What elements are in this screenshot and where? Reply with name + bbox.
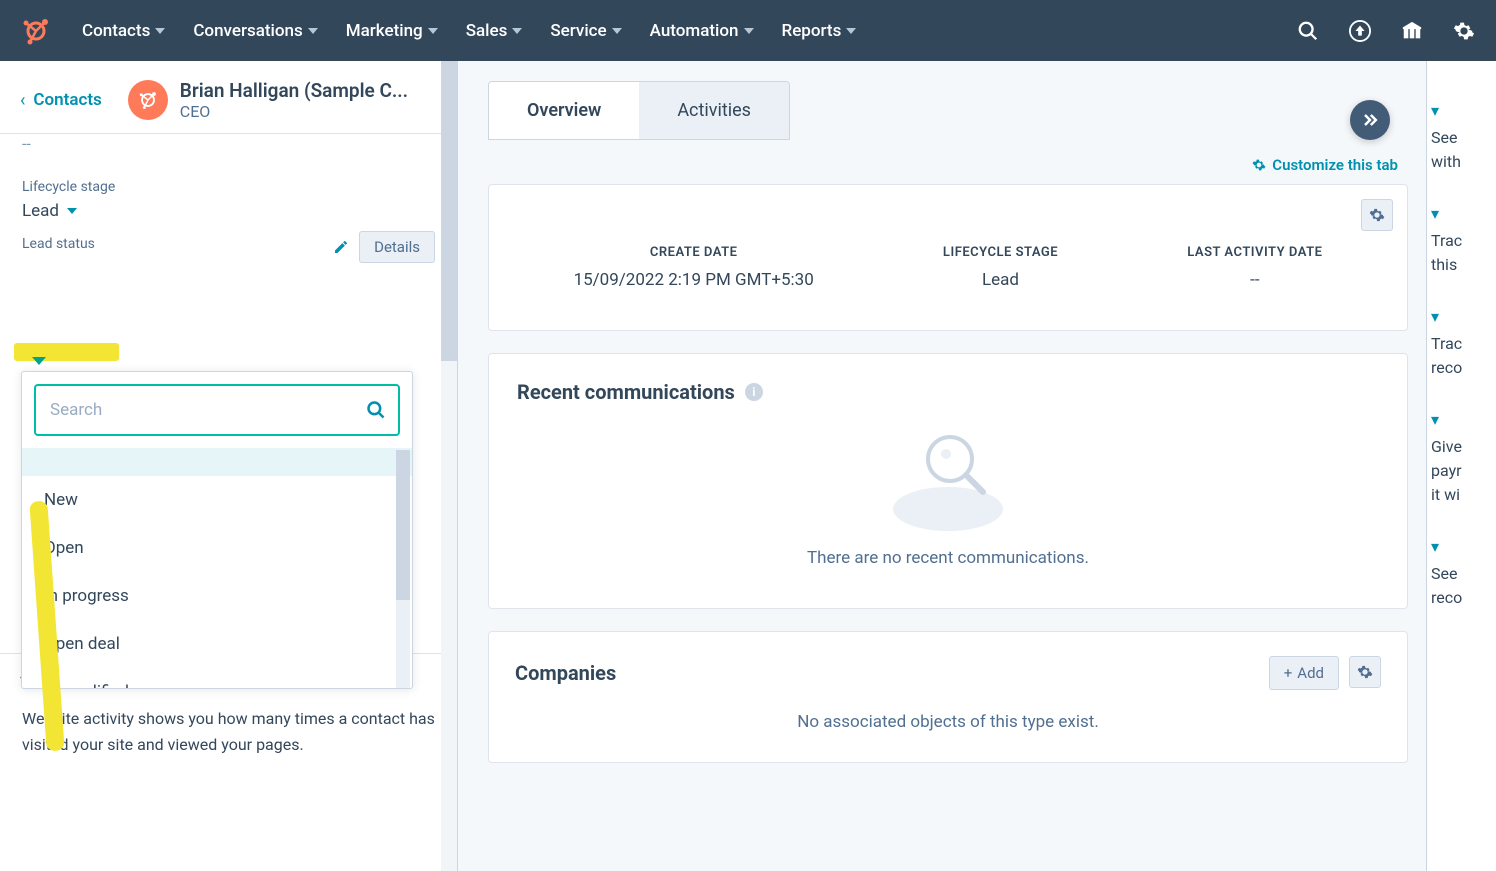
chevron-down-icon: ▾ (1431, 101, 1439, 120)
chevron-down-icon (428, 28, 438, 34)
hubspot-logo[interactable] (20, 15, 52, 47)
lead-status-row: Lead status Details (0, 231, 457, 263)
empty-text: There are no recent communications. (807, 548, 1089, 568)
chevron-down-icon: ▾ (1431, 204, 1439, 223)
right-section-toggle[interactable]: ▾ (1431, 204, 1492, 223)
chevron-down-icon: ▾ (1431, 307, 1439, 326)
right-section-toggle[interactable]: ▾ (1431, 537, 1492, 556)
annotation-highlight (14, 343, 119, 361)
main-panel: Overview Activities Customize this tab C… (458, 61, 1426, 871)
lifecycle-value[interactable]: Lead (22, 201, 435, 221)
gear-icon (1252, 158, 1266, 172)
right-panel: ▾ See with ▾ Trac this ▾ Trac reco ▾ Giv… (1426, 61, 1496, 871)
dropdown-option-open-deal[interactable]: Open deal (22, 620, 412, 668)
lead-status-label: Lead status (22, 236, 333, 252)
search-icon (366, 400, 386, 420)
plus-icon: + (1284, 664, 1293, 682)
card-stats: CREATE DATE 15/09/2022 2:19 PM GMT+5:30 … (488, 184, 1408, 331)
marketplace-icon[interactable] (1400, 19, 1424, 43)
website-activity-body: Website activity shows you how many time… (0, 706, 457, 777)
nav-automation[interactable]: Automation (650, 21, 754, 41)
settings-icon[interactable] (1452, 19, 1476, 43)
dropdown-option-open[interactable]: Open (22, 524, 412, 572)
avatar[interactable] (128, 80, 168, 120)
breadcrumb[interactable]: ‹ Contacts Brian Halligan (Sample C... C… (0, 61, 457, 133)
info-icon[interactable]: i (745, 383, 763, 401)
nav-reports[interactable]: Reports (782, 21, 857, 41)
tab-overview[interactable]: Overview (489, 82, 639, 139)
chevron-down-icon: ▾ (1431, 537, 1439, 556)
contact-name: Brian Halligan (Sample C... (180, 79, 408, 102)
right-section-toggle[interactable]: ▾ (1431, 410, 1492, 429)
chevron-left-icon: ‹ (20, 90, 25, 111)
stat-create-date: CREATE DATE 15/09/2022 2:19 PM GMT+5:30 (574, 245, 814, 290)
dropdown-list: New Open In progress Open deal Unqualifi… (22, 448, 412, 688)
dropdown-option-blank[interactable] (22, 448, 412, 476)
chevron-down-icon (744, 28, 754, 34)
dropdown-option-new[interactable]: New (22, 476, 412, 524)
lifecycle-stage-block: Lifecycle stage Lead (0, 163, 457, 231)
placeholder-value: -- (0, 134, 457, 163)
contact-title: CEO (180, 102, 408, 121)
card-settings-button[interactable] (1349, 656, 1381, 688)
empty-state: There are no recent communications. (489, 414, 1407, 608)
nav-conversations[interactable]: Conversations (193, 21, 317, 41)
tabs: Overview Activities (488, 81, 790, 140)
dropdown-option-unqualified[interactable]: Unqualified (22, 668, 412, 688)
companies-title: Companies (515, 661, 616, 685)
card-companies: Companies +Add No associated objects of … (488, 631, 1408, 763)
nav-items: Contacts Conversations Marketing Sales S… (82, 21, 1296, 41)
stat-lifecycle: LIFECYCLE STAGE Lead (943, 245, 1058, 290)
lead-status-dropdown: New Open In progress Open deal Unqualifi… (21, 371, 413, 689)
chevron-down-icon: ▾ (1431, 410, 1439, 429)
add-company-button[interactable]: +Add (1269, 656, 1339, 690)
nav-contacts[interactable]: Contacts (82, 21, 165, 41)
upgrade-icon[interactable] (1348, 19, 1372, 43)
chevron-down-icon (846, 28, 856, 34)
dropdown-option-in-progress[interactable]: In progress (22, 572, 412, 620)
card-settings-button[interactable] (1361, 199, 1393, 231)
tab-activities[interactable]: Activities (639, 82, 789, 139)
chevron-down-icon (308, 28, 318, 34)
left-panel: ‹ Contacts Brian Halligan (Sample C... C… (0, 61, 458, 871)
right-section-toggle[interactable]: ▾ (1431, 307, 1492, 326)
lifecycle-label: Lifecycle stage (22, 179, 435, 195)
nav-service[interactable]: Service (550, 21, 621, 41)
collapse-panel-button[interactable] (1350, 100, 1390, 140)
scrollbar-thumb[interactable] (396, 450, 410, 600)
companies-empty: No associated objects of this type exist… (489, 702, 1407, 762)
caret-down-icon[interactable] (32, 357, 46, 365)
chevron-down-icon (512, 28, 522, 34)
stat-last-activity: LAST ACTIVITY DATE -- (1187, 245, 1322, 290)
customize-tab-link[interactable]: Customize this tab (1252, 156, 1398, 174)
card-recent-communications: Recent communications i There are no rec… (488, 353, 1408, 609)
search-icon[interactable] (1296, 19, 1320, 43)
top-nav: Contacts Conversations Marketing Sales S… (0, 0, 1496, 61)
dropdown-search-input[interactable] (34, 384, 400, 436)
details-button[interactable]: Details (359, 231, 435, 263)
nav-sales[interactable]: Sales (466, 21, 523, 41)
nav-right (1296, 19, 1476, 43)
recent-comms-title: Recent communications (517, 380, 735, 404)
chevron-down-icon (67, 208, 77, 214)
breadcrumb-text: Contacts (33, 90, 101, 110)
chevron-down-icon (155, 28, 165, 34)
nav-marketing[interactable]: Marketing (346, 21, 438, 41)
pencil-icon[interactable] (333, 239, 349, 255)
empty-illustration (888, 424, 1008, 534)
customize-row: Customize this tab (488, 140, 1408, 184)
right-section-toggle[interactable]: ▾ (1431, 101, 1492, 120)
chevron-down-icon (612, 28, 622, 34)
scrollbar-thumb[interactable] (441, 61, 457, 361)
